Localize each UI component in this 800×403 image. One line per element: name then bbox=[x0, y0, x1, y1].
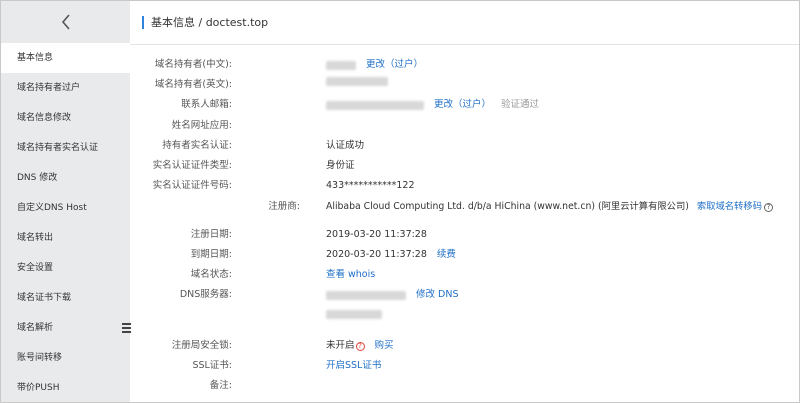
owner-cn-change-link[interactable]: 更改（过户） bbox=[366, 57, 423, 73]
row-status: 域名状态: 查看 whois bbox=[130, 267, 730, 283]
exp-date-value: 2020-03-20 11:37:28 bbox=[326, 249, 427, 260]
alias-label: 姓名网址应用: bbox=[171, 120, 232, 131]
modify-dns-link[interactable]: 修改 DNS bbox=[416, 287, 458, 303]
page-header: 基本信息 / doctest.top bbox=[130, 1, 799, 45]
row-realname: 持有者实名认证: 认证成功 bbox=[130, 138, 730, 154]
question-circle-icon[interactable]: ? bbox=[764, 202, 773, 212]
back-button[interactable] bbox=[1, 1, 130, 43]
email-verified-status: 验证通过 bbox=[501, 99, 540, 110]
row-ssl: SSL证书: 开启SSL证书 bbox=[130, 358, 730, 374]
row-owner-en: 域名持有者(英文): bbox=[130, 77, 730, 93]
buy-lock-link[interactable]: 购买 bbox=[375, 338, 394, 354]
registrar-value: Alibaba Cloud Computing Ltd. d/b/a HiChi… bbox=[326, 201, 689, 212]
row-cert-no: 实名认证证件号码: 433***********122 bbox=[130, 178, 730, 194]
row-reg-date: 注册日期: 2019-03-20 11:37:28 bbox=[130, 227, 730, 243]
owner-cn-label: 域名持有者(中文): bbox=[154, 59, 232, 70]
row-exp-date: 到期日期: 2020-03-20 11:37:28 续费 bbox=[130, 247, 730, 263]
row-email: 联系人邮箱: 更改（过户） 验证通过 bbox=[130, 97, 730, 113]
row-registrar: 注册商: Alibaba Cloud Computing Ltd. d/b/a … bbox=[130, 199, 798, 215]
lock-value: 未开启 bbox=[326, 340, 355, 351]
note-label: 备注: bbox=[209, 380, 232, 391]
email-label: 联系人邮箱: bbox=[181, 99, 232, 110]
owner-en-label: 域名持有者(英文): bbox=[154, 79, 232, 90]
realname-label: 持有者实名认证: bbox=[162, 140, 232, 151]
chevron-left-icon bbox=[61, 14, 70, 30]
exp-date-label: 到期日期: bbox=[190, 249, 232, 260]
cert-type-value: 身份证 bbox=[326, 160, 355, 171]
renew-link[interactable]: 续费 bbox=[437, 247, 456, 263]
redacted-value bbox=[326, 77, 388, 86]
whois-link[interactable]: 查看 whois bbox=[326, 267, 375, 283]
reg-date-value: 2019-03-20 11:37:28 bbox=[326, 229, 427, 240]
cert-no-label: 实名认证证件号码: bbox=[152, 180, 232, 191]
reg-date-label: 注册日期: bbox=[190, 229, 232, 240]
cert-type-label: 实名认证证件类型: bbox=[152, 160, 232, 171]
dns-label: DNS服务器: bbox=[179, 289, 232, 300]
status-label: 域名状态: bbox=[190, 269, 232, 280]
redacted-value bbox=[326, 310, 382, 319]
enable-ssl-link[interactable]: 开启SSL证书 bbox=[326, 358, 381, 374]
row-lock: 注册局安全锁: 未开启 ? 购买 bbox=[130, 338, 730, 354]
warning-circle-icon: ? bbox=[355, 341, 365, 351]
redacted-value bbox=[326, 290, 406, 300]
registrar-label: 注册商: bbox=[268, 201, 300, 212]
row-cert-type: 实名认证证件类型: 身份证 bbox=[130, 158, 730, 174]
row-owner-cn: 域名持有者(中文): 更改（过户） bbox=[130, 57, 730, 73]
row-note: 备注: bbox=[130, 378, 730, 394]
cert-no-value: 433***********122 bbox=[326, 180, 415, 191]
redacted-value bbox=[326, 100, 424, 110]
transfer-code-link[interactable]: 索取域名转移码 bbox=[697, 199, 762, 215]
breadcrumb: 基本信息 / doctest.top bbox=[142, 16, 268, 29]
redacted-value bbox=[326, 60, 356, 70]
row-alias: 姓名网址应用: bbox=[130, 118, 730, 134]
row-dns: DNS服务器: 修改 DNS bbox=[130, 287, 730, 303]
realname-value: 认证成功 bbox=[326, 140, 365, 151]
lock-label: 注册局安全锁: bbox=[171, 340, 232, 351]
ssl-label: SSL证书: bbox=[192, 360, 232, 371]
row-dns-2 bbox=[130, 310, 730, 326]
email-change-link[interactable]: 更改（过户） bbox=[434, 97, 491, 113]
